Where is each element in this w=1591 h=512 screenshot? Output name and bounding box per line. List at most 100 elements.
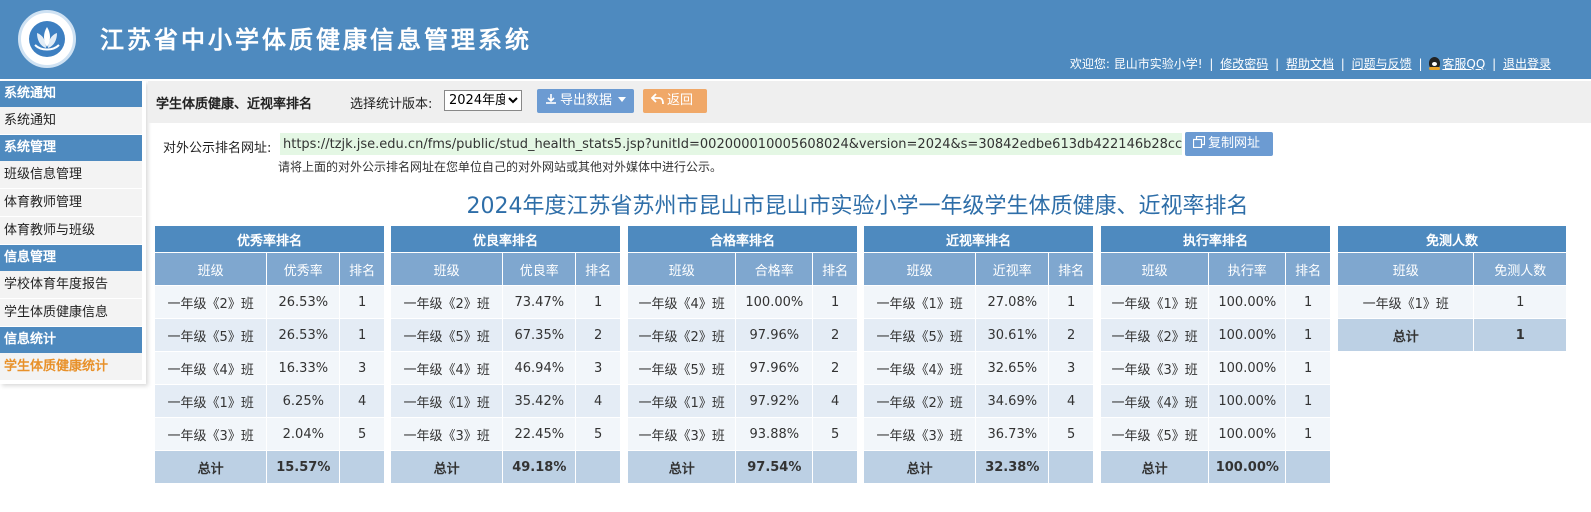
class-cell: 一年级《1》班 xyxy=(1099,285,1210,319)
export-data-button[interactable]: 导出数据 xyxy=(537,89,634,113)
sidebar-item-teacher-class[interactable]: 体育教师与班级 xyxy=(0,217,142,245)
rank-cell: 3 xyxy=(1048,351,1094,385)
rank-cell: 1 xyxy=(1285,417,1331,451)
column-header: 排名 xyxy=(1048,252,1094,286)
total-value: 97.54% xyxy=(735,450,814,484)
class-cell: 一年级《1》班 xyxy=(389,384,504,418)
column-header: 班级 xyxy=(862,252,977,286)
nav-section-info-management[interactable]: 信息管理 xyxy=(0,245,142,271)
rank-cell: 1 xyxy=(1285,285,1331,319)
back-button[interactable]: 返回 xyxy=(643,89,707,113)
public-url-field[interactable] xyxy=(280,133,1182,155)
back-arrow-icon xyxy=(650,93,664,105)
table-title: 优秀率排名 xyxy=(154,225,385,253)
table-row: 一年级《5》班 97.96% 2 xyxy=(626,351,858,385)
total-rank xyxy=(339,450,385,484)
table-row: 一年级《3》班 100.00% 1 xyxy=(1099,351,1331,385)
column-header: 班级 xyxy=(153,252,268,286)
count-cell: 1 xyxy=(1473,285,1567,319)
rate-cell: 97.96% xyxy=(735,318,814,352)
sidebar-item-class-info[interactable]: 班级信息管理 xyxy=(0,161,142,189)
table-row: 一年级《5》班 67.35% 2 xyxy=(389,318,621,352)
table-row: 一年级《3》班 93.88% 5 xyxy=(626,417,858,451)
rank-cell: 2 xyxy=(1048,318,1094,352)
nav-section-notice[interactable]: 系统通知 xyxy=(0,81,142,107)
customer-qq-link[interactable]: 客服QQ xyxy=(1442,57,1485,71)
version-label: 选择统计版本: xyxy=(350,97,433,112)
column-header: 排名 xyxy=(575,252,621,286)
column-header: 近视率 xyxy=(975,252,1050,286)
rank-cell: 2 xyxy=(812,318,858,352)
total-row: 总计 32.38% xyxy=(862,450,1094,484)
sidebar-item-system-notice[interactable]: 系统通知 xyxy=(0,107,142,135)
sidebar-item-annual-report[interactable]: 学校体育年度报告 xyxy=(0,271,142,299)
class-cell: 一年级《5》班 xyxy=(153,318,268,352)
rate-cell: 100.00% xyxy=(1208,417,1287,451)
table-row: 一年级《5》班 26.53% 1 xyxy=(153,318,385,352)
rank-cell: 4 xyxy=(339,384,385,418)
rate-cell: 97.92% xyxy=(735,384,814,418)
total-label: 总计 xyxy=(1336,318,1475,352)
rate-cell: 26.53% xyxy=(266,285,341,319)
help-docs-link[interactable]: 帮助文档 xyxy=(1286,57,1334,71)
rank-cell: 1 xyxy=(1048,285,1094,319)
table-row: 一年级《1》班 35.42% 4 xyxy=(389,384,621,418)
total-rank xyxy=(575,450,621,484)
class-cell: 一年级《1》班 xyxy=(862,285,977,319)
column-header: 合格率 xyxy=(735,252,814,286)
sidebar-item-student-health-info[interactable]: 学生体质健康信息 xyxy=(0,299,142,327)
rank-cell: 5 xyxy=(1048,417,1094,451)
total-label: 总计 xyxy=(389,450,504,484)
column-header: 排名 xyxy=(1285,252,1331,286)
caret-down-icon xyxy=(618,97,627,102)
table-row: 一年级《5》班 30.61% 2 xyxy=(862,318,1094,352)
class-cell: 一年级《5》班 xyxy=(1099,417,1210,451)
total-rank xyxy=(812,450,858,484)
total-value: 15.57% xyxy=(266,450,341,484)
rank-cell: 1 xyxy=(812,285,858,319)
class-cell: 一年级《3》班 xyxy=(153,417,268,451)
table-row: 一年级《1》班 97.92% 4 xyxy=(626,384,858,418)
class-cell: 一年级《5》班 xyxy=(862,318,977,352)
nav-section-system-management[interactable]: 系统管理 xyxy=(0,135,142,161)
version-select[interactable]: 2024年度 xyxy=(444,90,522,111)
column-header: 班级 xyxy=(1336,252,1475,286)
rank-cell: 5 xyxy=(339,417,385,451)
total-value: 49.18% xyxy=(502,450,577,484)
rank-cell: 5 xyxy=(575,417,621,451)
rate-cell: 100.00% xyxy=(1208,318,1287,352)
rank-cell: 1 xyxy=(1285,351,1331,385)
nav-section-statistics[interactable]: 信息统计 xyxy=(0,327,142,353)
total-row: 总计 15.57% xyxy=(153,450,385,484)
rank-cell: 1 xyxy=(339,318,385,352)
feedback-link[interactable]: 问题与反馈 xyxy=(1352,57,1412,71)
table-title: 执行率排名 xyxy=(1100,225,1331,253)
rate-cell: 6.25% xyxy=(266,384,341,418)
total-rank xyxy=(1048,450,1094,484)
logout-link[interactable]: 退出登录 xyxy=(1503,57,1551,71)
class-cell: 一年级《4》班 xyxy=(153,351,268,385)
table-row: 一年级《3》班 36.73% 5 xyxy=(862,417,1094,451)
rate-cell: 22.45% xyxy=(502,417,577,451)
rate-cell: 36.73% xyxy=(975,417,1050,451)
public-url-note: 请将上面的对外公示排名网址在您单位自己的对外网站或其他对外媒体中进行公示。 xyxy=(278,160,723,174)
change-password-link[interactable]: 修改密码 xyxy=(1220,57,1268,71)
class-cell: 一年级《4》班 xyxy=(626,285,737,319)
table-title: 免测人数 xyxy=(1337,225,1567,253)
download-icon xyxy=(546,94,556,104)
class-cell: 一年级《4》班 xyxy=(1099,384,1210,418)
table-row: 一年级《4》班 100.00% 1 xyxy=(626,285,858,319)
sidebar-item-health-statistics[interactable]: 学生体质健康统计 xyxy=(0,353,142,381)
class-cell: 一年级《3》班 xyxy=(626,417,737,451)
table-row: 一年级《2》班 97.96% 2 xyxy=(626,318,858,352)
copy-url-button[interactable]: 复制网址 xyxy=(1185,132,1273,156)
total-row: 总计 49.18% xyxy=(389,450,621,484)
rank-cell: 5 xyxy=(812,417,858,451)
rank-cell: 4 xyxy=(1048,384,1094,418)
rate-cell: 16.33% xyxy=(266,351,341,385)
rate-cell: 100.00% xyxy=(1208,351,1287,385)
rank-cell: 2 xyxy=(812,351,858,385)
column-header: 班级 xyxy=(626,252,737,286)
sidebar-item-pe-teachers[interactable]: 体育教师管理 xyxy=(0,189,142,217)
rank-cell: 3 xyxy=(575,351,621,385)
